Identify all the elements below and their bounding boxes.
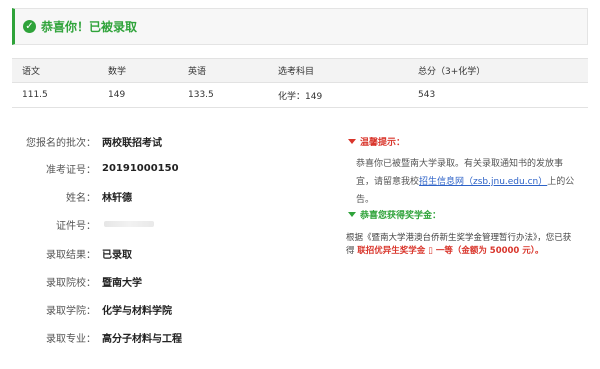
award-heading: 恭喜您获得奖学金： (348, 208, 441, 221)
info-row-result: 录取结果： 已录取 (0, 246, 132, 261)
notice-text: 恭喜你已被暨南大学录取。有关录取通知书的发放事宜，请留意我校招生信息网（zsb.… (356, 155, 576, 209)
info-value: 两校联招考试 (102, 137, 162, 149)
info-label: 录取专业： (46, 333, 96, 345)
award-title: 恭喜您获得奖学金： (360, 211, 442, 221)
info-row-exam-number: 准考证号： 20191000150 (0, 161, 179, 176)
redacted-id-value (104, 221, 154, 227)
info-label: 准考证号： (46, 164, 96, 176)
notice-title: 温馨提示： (360, 138, 406, 148)
triangle-down-icon (348, 212, 356, 217)
info-row-name: 姓名： 林轩德 (0, 189, 132, 204)
info-label: 录取结果： (46, 249, 96, 261)
header-chinese: 语文 (12, 58, 98, 83)
info-label: 证件号： (56, 220, 96, 232)
score-math: 149 (98, 82, 178, 108)
triangle-down-icon (348, 139, 356, 144)
score-table: 语文 数学 英语 选考科目 总分（3+化学） 111.5 149 133.5 化… (12, 58, 588, 108)
info-value: 已录取 (102, 249, 132, 261)
info-value: 高分子材料与工程 (102, 333, 182, 345)
score-row: 111.5 149 133.5 化学：149 543 (12, 82, 588, 108)
header-total: 总分（3+化学） (408, 58, 588, 83)
info-value: 暨南大学 (102, 277, 142, 289)
info-label: 录取院校： (46, 277, 96, 289)
info-label: 录取学院： (46, 305, 96, 317)
info-value: 林轩德 (102, 192, 132, 204)
score-chinese: 111.5 (12, 82, 98, 108)
info-row-id-number: 证件号： (0, 217, 154, 232)
score-header-row: 语文 数学 英语 选考科目 总分（3+化学） (12, 58, 588, 83)
header-english: 英语 (178, 58, 268, 83)
score-english: 133.5 (178, 82, 268, 108)
header-elective: 选考科目 (268, 58, 408, 83)
award-scholarship-amount: 联招优异生奖学金 ▯ 一等（金额为 50000 元）。 (357, 246, 544, 256)
score-elective: 化学：149 (268, 82, 408, 108)
notice-heading: 温馨提示： (348, 135, 405, 148)
award-line-2-prefix: 得 (346, 246, 355, 256)
banner-title: 恭喜你！已被录取 (41, 20, 138, 34)
header-math: 数学 (98, 58, 178, 83)
admissions-site-link[interactable]: 招生信息网（zsb.jnu.edu.cn） (419, 177, 547, 187)
info-row-batch: 您报名的批次： 两校联招考试 (0, 134, 162, 149)
info-value: 化学与材料学院 (102, 305, 172, 317)
check-circle-icon: ✓ (23, 20, 36, 33)
award-line-1: 根据《暨南大学港澳台侨新生奖学金管理暂行办法》，您已获 (346, 233, 572, 243)
info-row-major: 录取专业： 高分子材料与工程 (0, 330, 182, 345)
award-text: 根据《暨南大学港澳台侨新生奖学金管理暂行办法》，您已获 得 联招优异生奖学金 ▯… (346, 232, 590, 258)
score-total: 543 (408, 82, 588, 108)
info-label: 您报名的批次： (26, 137, 96, 149)
admission-banner: ✓ 恭喜你！已被录取 (12, 8, 588, 45)
info-label: 姓名： (66, 192, 96, 204)
info-row-college: 录取学院： 化学与材料学院 (0, 302, 172, 317)
info-row-school: 录取院校： 暨南大学 (0, 274, 142, 289)
award-line-2: 得 联招优异生奖学金 ▯ 一等（金额为 50000 元）。 (346, 245, 590, 258)
info-value: 20191000150 (102, 162, 179, 174)
